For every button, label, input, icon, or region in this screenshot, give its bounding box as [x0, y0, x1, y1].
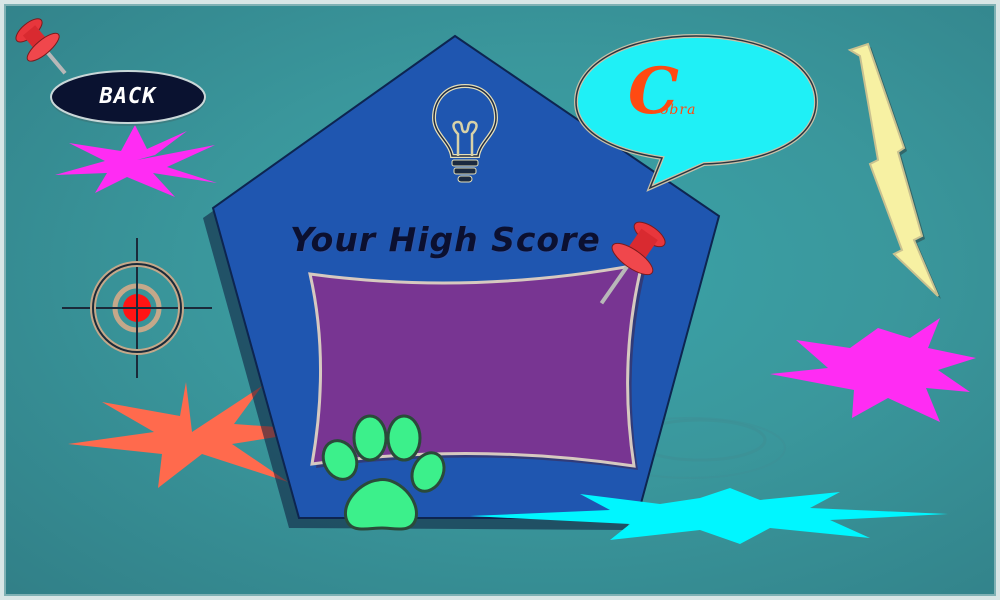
lightning-icon	[847, 42, 941, 299]
high-score-screen: BACK Your High Score C obra	[0, 0, 1000, 600]
magenta-burst-large	[770, 318, 976, 422]
paw-icon	[321, 414, 446, 531]
crosshair-icon	[62, 238, 212, 378]
cyan-burst	[470, 488, 948, 544]
speech-bubble-icon	[573, 33, 819, 192]
lightbulb-icon	[431, 83, 499, 183]
magenta-burst-small	[55, 125, 217, 197]
logo-text: obra	[660, 102, 697, 118]
push-pin-icon	[15, 18, 67, 75]
push-pin-icon	[599, 221, 666, 305]
